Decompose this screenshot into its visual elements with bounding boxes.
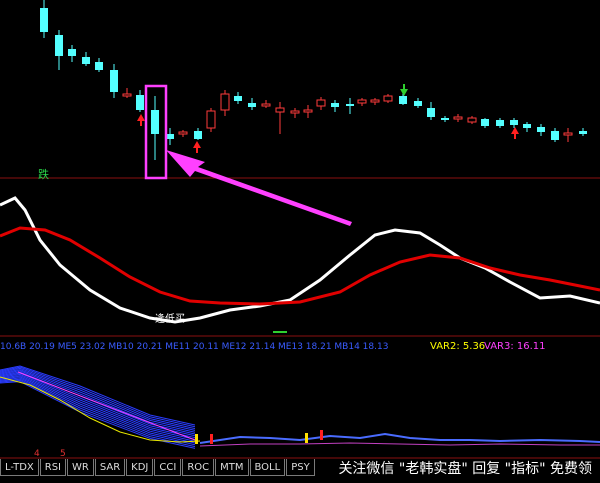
candle-body — [110, 70, 118, 92]
candle-body — [441, 118, 449, 120]
tab-psy[interactable]: PSY — [286, 459, 315, 476]
candle-body — [194, 131, 202, 139]
candle-body — [220, 93, 230, 111]
candle-body — [510, 120, 518, 125]
candle-body — [481, 119, 489, 126]
tab-rsi[interactable]: RSI — [39, 459, 66, 476]
candle-body — [316, 99, 326, 107]
red-signal-bar — [210, 434, 213, 444]
candle-body — [275, 107, 285, 113]
candlestick-series — [40, 0, 587, 160]
candle-body — [151, 110, 159, 134]
candle-body — [563, 132, 573, 136]
tab-boll[interactable]: BOLL — [249, 459, 286, 476]
fall-label: 跌 — [38, 168, 49, 181]
candle-body — [346, 104, 354, 106]
candle-body — [136, 95, 144, 110]
candle-body — [68, 49, 76, 56]
candle-body — [234, 96, 242, 101]
tab-marker: 5 — [60, 449, 66, 459]
candle-body — [399, 96, 407, 104]
candle-body — [331, 103, 339, 107]
candle-body — [248, 103, 256, 107]
candle-body — [357, 99, 367, 104]
candle-body — [551, 131, 559, 140]
tab-mtm[interactable]: MTM — [215, 459, 249, 476]
blue-fan-lines — [0, 365, 196, 449]
magenta-diagonal-line — [17, 371, 196, 441]
tab-kdj[interactable]: KDJ — [126, 459, 154, 476]
red-signal-bar — [320, 430, 323, 440]
candle-body — [383, 95, 393, 102]
candle-body — [496, 120, 504, 126]
candle-body — [537, 127, 545, 132]
chart-stage — [0, 0, 600, 459]
candle-body — [55, 35, 63, 56]
var3-value: VAR3: 16.11 — [484, 341, 546, 352]
candle-body — [178, 131, 188, 135]
blue-baseline — [199, 432, 600, 444]
var2-value: VAR2: 5.36 — [430, 341, 486, 352]
candle-body — [82, 57, 90, 64]
candle-body — [303, 109, 313, 113]
magenta-pointer-arrow — [166, 150, 352, 226]
candle-body — [579, 131, 587, 134]
tab-cci[interactable]: CCI — [154, 459, 182, 476]
watermark-text: 关注微信 "老韩实盘" 回复 "指标" 免费领 — [338, 461, 592, 477]
tab-sar[interactable]: SAR — [94, 459, 126, 476]
candle-body — [40, 8, 48, 32]
green-down-arrow-icon — [400, 84, 408, 96]
candle-body — [523, 124, 531, 128]
buy-signal-label: 逢低买 — [155, 314, 185, 325]
candle-body — [122, 93, 132, 97]
candle-body — [290, 110, 300, 114]
tab-wr[interactable]: WR — [67, 459, 94, 476]
candle-body — [370, 99, 380, 103]
yellow-signal-bar — [195, 434, 198, 444]
tab-marker: 4 — [34, 449, 40, 459]
indicator-tab-bar: L-TDX RSI WR SAR KDJ CCI ROC MTM BOLL PS… — [0, 459, 316, 477]
purple-baseline — [199, 442, 600, 447]
indicator-values-text: 10.6B 20.19 ME5 23.02 MB10 20.21 ME11 20… — [0, 342, 389, 352]
candle-body — [95, 62, 103, 70]
candle-body — [261, 103, 271, 107]
tab-roc[interactable]: ROC — [182, 459, 215, 476]
candle-body — [206, 110, 216, 129]
candle-body — [427, 108, 435, 117]
candle-body — [414, 101, 422, 106]
candle-body — [467, 117, 477, 123]
yellow-signal-bar — [305, 433, 308, 443]
candle-body — [453, 116, 463, 120]
tab-l-tdx[interactable]: L-TDX — [0, 459, 39, 476]
